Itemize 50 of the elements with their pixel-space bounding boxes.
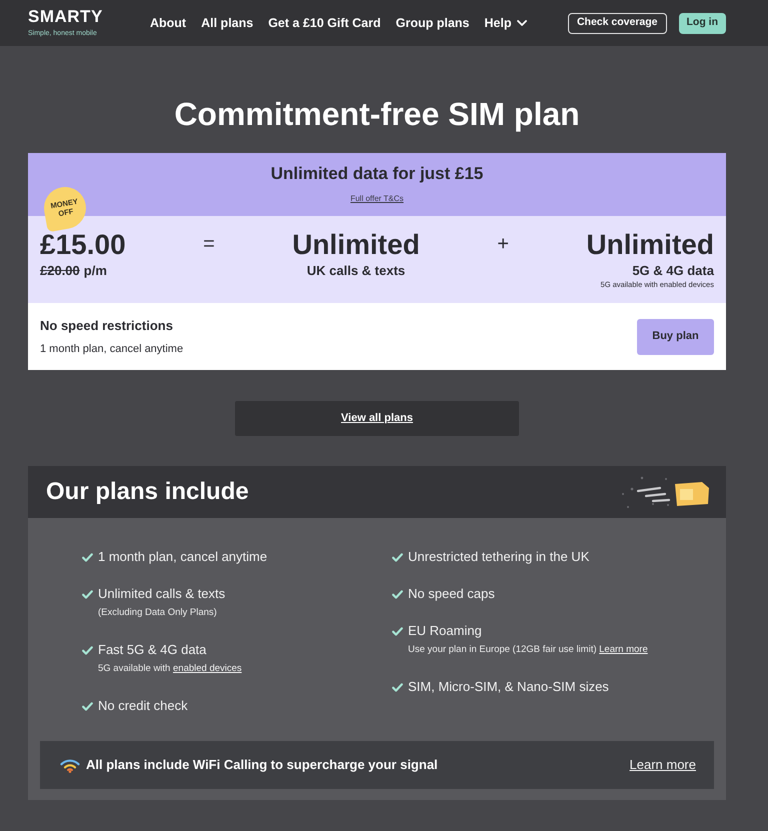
plus-sign: + [497,232,509,257]
check-icon [82,590,93,599]
nav-link[interactable]: All plans [201,14,254,32]
nav-link[interactable]: Group plans [396,14,470,32]
note-link[interactable]: enabled devices [173,663,242,674]
chevron-down-icon [517,20,528,26]
feature-note: 5G available with enabled devices [98,662,242,676]
feature-text: Unlimited calls & texts [98,586,226,602]
plan-feature: No speed restrictions [40,318,174,334]
check-icon [392,553,403,562]
feature-note: Use your plan in Europe (12GB fair use limit) Learn more [408,643,648,657]
nav-dropdown[interactable]: Help [484,14,528,32]
old-price: £20.00 [40,263,80,278]
wifi-icon [60,758,80,772]
equals-sign: = [203,232,215,257]
plan-term: 1 month plan, cancel anytime [40,342,184,356]
section-title: Our plans include [46,477,249,507]
data-label: 5G & 4G data [631,263,714,279]
feature-text: EU Roaming [408,623,483,639]
coverage-button[interactable]: Check coverage [568,12,666,34]
feature-text: No speed caps [408,586,495,602]
price-unit: p/m [84,263,107,278]
feature-note: (Excluding Data Only Plans) [98,606,218,620]
note-link[interactable]: Learn more [599,644,648,655]
feature-text: No credit check [98,698,188,714]
offer-headline: Unlimited data for just £15 [270,163,484,185]
logo[interactable]: SMARTY [28,8,103,26]
page-title: Commitment-free SIM plan [173,95,581,134]
check-icon [392,590,403,599]
check-icon [392,627,403,636]
learn-more-link[interactable]: Learn more [630,755,696,775]
banner-text: All plans include WiFi Calling to supercharge your signal [86,756,438,774]
calls-allowance: Unlimited [292,229,420,261]
calls-label: UK calls & texts [306,263,406,279]
feature-text: SIM, Micro-SIM, & Nano-SIM sizes [408,679,609,695]
feature-text: 1 month plan, cancel anytime [98,549,268,565]
nav-link[interactable]: About [150,14,186,32]
check-icon [392,683,403,692]
view-all-plans-button[interactable]: View all plans [235,401,519,436]
terms-link[interactable]: Full offer T&Cs [350,193,404,205]
feature-text: Unrestricted tethering in the UK [408,549,590,565]
nav-link[interactable]: Get a £10 Gift Card [268,14,381,32]
check-icon [82,646,93,655]
buy-plan-button[interactable]: Buy plan [637,318,714,354]
data-allowance: Unlimited [586,229,714,261]
feature-text: Fast 5G & 4G data [98,642,208,658]
check-icon [82,702,93,711]
check-icon [82,553,93,562]
login-button[interactable]: Log in [678,12,726,34]
sim-card-speed-icon [620,474,710,510]
